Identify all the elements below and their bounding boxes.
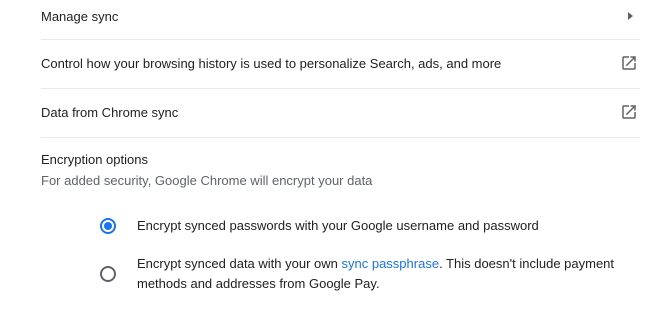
sync-settings-page: Manage sync Control how your browsing hi… xyxy=(0,0,662,334)
manage-sync-row[interactable]: Manage sync xyxy=(41,6,640,26)
encryption-title: Encryption options xyxy=(41,152,148,167)
encryption-subtitle: For added security, Google Chrome will e… xyxy=(41,173,373,188)
divider xyxy=(41,88,640,89)
manage-sync-label: Manage sync xyxy=(41,8,119,24)
data-from-sync-label: Data from Chrome sync xyxy=(41,104,179,120)
divider xyxy=(41,39,640,40)
open-in-new-icon[interactable] xyxy=(620,54,638,72)
open-in-new-icon[interactable] xyxy=(620,103,638,121)
browsing-history-label: Control how your browsing history is use… xyxy=(41,55,502,71)
radio-button-selected[interactable] xyxy=(100,218,116,234)
encryption-option-1-label: Encrypt synced passwords with your Googl… xyxy=(137,218,539,233)
option-2-text-before: Encrypt synced data with your own xyxy=(137,256,342,271)
divider xyxy=(41,137,640,138)
encryption-option-passphrase[interactable]: Encrypt synced data with your own sync p… xyxy=(100,254,640,294)
data-from-sync-row[interactable]: Data from Chrome sync xyxy=(41,102,640,122)
browsing-history-row[interactable]: Control how your browsing history is use… xyxy=(41,53,640,73)
radio-button-unselected[interactable] xyxy=(100,266,116,282)
encryption-option-2-label: Encrypt synced data with your own sync p… xyxy=(137,254,640,294)
chevron-right-icon xyxy=(628,12,633,20)
sync-passphrase-link[interactable]: sync passphrase xyxy=(342,256,440,271)
encryption-option-google-password[interactable]: Encrypt synced passwords with your Googl… xyxy=(100,216,640,236)
